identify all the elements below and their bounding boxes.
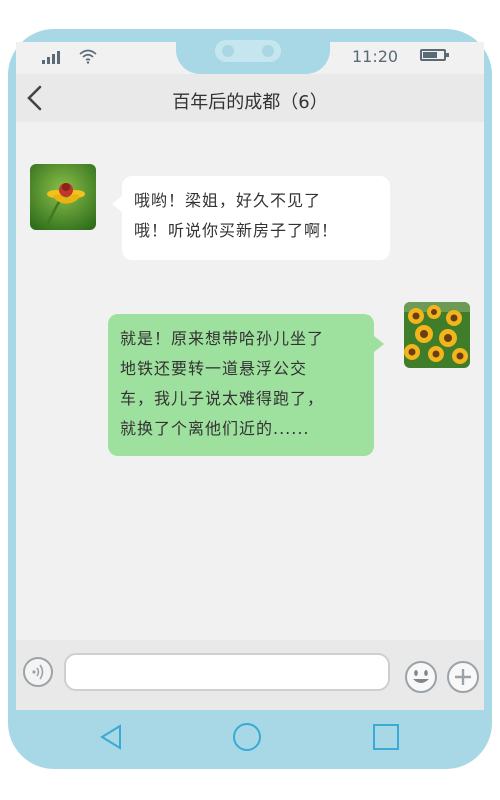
status-time: 11:20 <box>352 47 399 66</box>
message-bubble-received[interactable]: 哦哟！梁姐，好久不见了 哦！听说你买新房子了啊！ <box>112 176 390 260</box>
battery-icon <box>420 49 449 61</box>
message-text-line: 就换了个离他们近的...... <box>120 419 310 438</box>
add-icon[interactable] <box>446 660 480 694</box>
avatar-sunflowers[interactable] <box>404 302 470 368</box>
message-text-line: 就是！原来想带哈孙儿坐了 <box>120 329 325 348</box>
avatar-flower[interactable] <box>30 164 96 230</box>
signal-icon <box>42 50 66 64</box>
nav-home-icon[interactable] <box>232 722 262 752</box>
chat-title: 百年后的成都（6） <box>172 92 328 113</box>
message-bubble-sent[interactable]: 就是！原来想带哈孙儿坐了 地铁还要转一道悬浮公交 车，我儿子说太难得跑了， 就换… <box>108 314 384 456</box>
message-text-line: 哦哟！梁姐，好久不见了 <box>134 191 322 210</box>
message-text-line: 哦！听说你买新房子了啊！ <box>134 221 339 240</box>
speaker-icon <box>215 40 281 62</box>
emoji-icon[interactable] <box>404 660 438 694</box>
message-text-line: 车，我儿子说太难得跑了， <box>120 389 325 408</box>
wifi-icon <box>79 49 97 64</box>
message-text-line: 地铁还要转一道悬浮公交 <box>120 359 308 378</box>
nav-recent-icon[interactable] <box>371 722 401 752</box>
voice-icon[interactable] <box>23 657 53 687</box>
message-input[interactable] <box>64 653 390 691</box>
nav-back-icon[interactable] <box>96 722 126 752</box>
